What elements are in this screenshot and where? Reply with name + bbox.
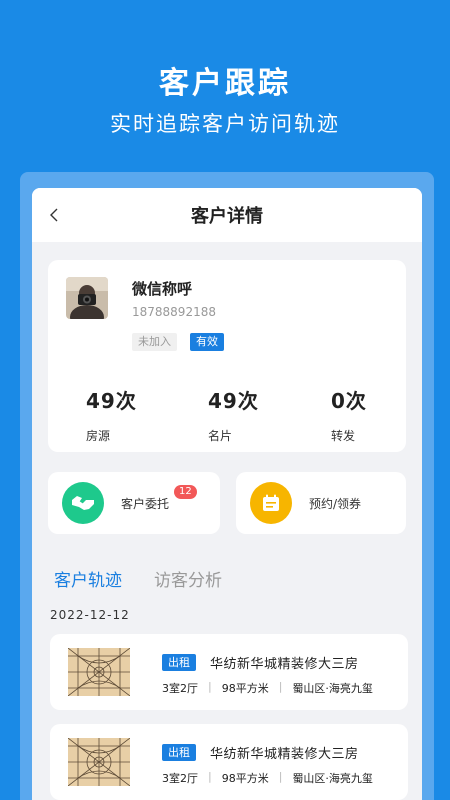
- listing-area: 98平方米: [221, 772, 269, 785]
- tab-visitor-analysis[interactable]: 访客分析: [154, 566, 222, 591]
- rent-tag: 出租: [162, 654, 196, 671]
- back-button[interactable]: [42, 203, 66, 227]
- stat-shares[interactable]: 0次 转发: [331, 385, 422, 444]
- stat-label: 名片: [208, 429, 233, 443]
- chevron-left-icon: [50, 208, 58, 222]
- stat-value: 49次: [86, 389, 137, 413]
- entrust-label: 客户委托: [121, 496, 170, 511]
- listing-layout: 3室2厅: [162, 682, 198, 695]
- entrust-count-badge: 12: [174, 485, 197, 499]
- profile-card: 微信称呼 18788892188 未加入 有效 49次 房源 49次 名片 0次…: [48, 260, 406, 452]
- rent-tag: 出租: [162, 744, 196, 761]
- navbar: 客户详情: [32, 188, 422, 242]
- listing-title: 华纺新华城精装修大三房: [210, 747, 359, 762]
- divider: |: [278, 680, 283, 693]
- listing-location: 蜀山区·海亮九玺: [292, 772, 373, 785]
- avatar-photo-icon: [66, 277, 108, 319]
- divider: |: [208, 680, 212, 693]
- avatar[interactable]: [66, 277, 108, 319]
- hero-title: 客户跟踪: [159, 66, 291, 101]
- floor-plan-icon: [68, 738, 130, 786]
- listing-layout: 3室2厅: [162, 772, 198, 785]
- list-item[interactable]: 出租 华纺新华城精装修大三房 3室2厅 | 98平方米 | 蜀山区·海亮九玺: [50, 724, 408, 800]
- listing-title: 华纺新华城精装修大三房: [210, 657, 359, 672]
- handshake-icon: [62, 482, 104, 524]
- customer-phone: 18788892188: [132, 305, 216, 319]
- tab-bar: 客户轨迹 访客分析: [54, 566, 254, 591]
- listing-meta: 3室2厅 | 98平方米 | 蜀山区·海亮九玺: [162, 770, 373, 786]
- customer-nickname: 微信称呼: [132, 280, 193, 298]
- floor-plan-icon: [68, 648, 130, 696]
- list-item[interactable]: 出租 华纺新华城精装修大三房 3室2厅 | 98平方米 | 蜀山区·海亮九玺: [50, 634, 408, 710]
- stat-cards[interactable]: 49次 名片: [208, 385, 308, 444]
- timeline-date: 2022-12-12: [50, 608, 130, 622]
- tab-customer-trail[interactable]: 客户轨迹: [54, 566, 122, 591]
- status-badge-not-joined: 未加入: [132, 333, 177, 351]
- stat-listings[interactable]: 49次 房源: [86, 385, 186, 444]
- listing-meta: 3室2厅 | 98平方米 | 蜀山区·海亮九玺: [162, 680, 373, 696]
- stat-value: 49次: [208, 389, 259, 413]
- listing-area: 98平方米: [221, 682, 269, 695]
- page-title: 客户详情: [191, 206, 263, 227]
- divider: |: [208, 770, 212, 783]
- customer-entrust-button[interactable]: 客户委托 12: [48, 472, 220, 534]
- stat-label: 房源: [86, 429, 111, 443]
- app-screen: 客户详情 微信称呼 18788892188 未加入 有效 49次 房源 49次 …: [32, 188, 422, 800]
- booking-coupon-button[interactable]: 预约/领券: [236, 472, 406, 534]
- divider: |: [278, 770, 283, 783]
- status-badge-valid: 有效: [190, 333, 224, 351]
- listing-location: 蜀山区·海亮九玺: [292, 682, 373, 695]
- calendar-icon: [250, 482, 292, 524]
- hero-subtitle: 实时追踪客户访问轨迹: [110, 112, 340, 136]
- stat-value: 0次: [331, 389, 367, 413]
- stat-label: 转发: [331, 429, 356, 443]
- booking-label: 预约/领券: [309, 496, 362, 511]
